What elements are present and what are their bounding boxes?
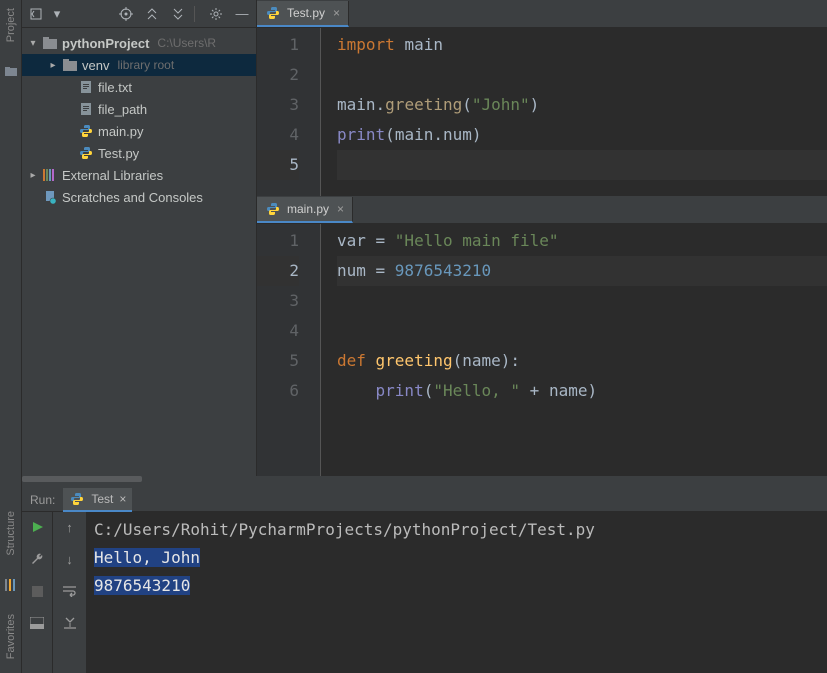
- scroll-to-end-icon[interactable]: [61, 614, 79, 632]
- run-side-toolbar: [22, 512, 52, 673]
- tab-test-py[interactable]: Test.py ×: [257, 1, 349, 27]
- dropdown-caret-icon[interactable]: ▾: [52, 4, 62, 24]
- close-icon[interactable]: ×: [333, 6, 340, 20]
- tree-venv[interactable]: ▸ venv library root: [22, 54, 256, 76]
- collapse-all-icon[interactable]: [168, 4, 188, 24]
- folder-icon: [42, 35, 58, 51]
- soft-wrap-icon[interactable]: [61, 582, 79, 600]
- tree-venv-label: venv: [82, 58, 109, 73]
- tree-root-label: pythonProject: [62, 36, 149, 51]
- horizontal-scrollbar[interactable]: [22, 476, 827, 484]
- gutter[interactable]: 12345: [257, 28, 317, 196]
- code-line[interactable]: import main: [337, 30, 827, 60]
- folder-icon: [62, 57, 78, 73]
- tree-external-libs-label: External Libraries: [62, 168, 163, 183]
- left-tool-rail: Project Structure Favorites: [0, 0, 22, 673]
- python-file-icon: [265, 201, 281, 217]
- expand-all-icon[interactable]: [142, 4, 162, 24]
- tree-file[interactable]: file_path: [22, 98, 256, 120]
- editor-area: Test.py × 12345 import main main.greeting…: [257, 0, 827, 476]
- folder-rail-icon: [4, 64, 18, 78]
- external-libs-icon: [42, 167, 58, 183]
- project-tree[interactable]: ▾ pythonProject C:\Users\R ▸ venv librar…: [22, 28, 256, 212]
- output-line[interactable]: 9876543210: [94, 572, 819, 600]
- python-file-icon: [69, 491, 85, 507]
- tree-scratches-label: Scratches and Consoles: [62, 190, 203, 205]
- tree-file-label: file.txt: [98, 80, 132, 95]
- close-icon[interactable]: ×: [337, 202, 344, 216]
- tree-root[interactable]: ▾ pythonProject C:\Users\R: [22, 32, 256, 54]
- run-label: Run:: [30, 493, 55, 507]
- project-tool-button[interactable]: Project: [5, 8, 17, 42]
- code-line[interactable]: [337, 286, 827, 316]
- editor-tabbar-top: Test.py ×: [257, 0, 827, 28]
- layout-icon[interactable]: [28, 614, 46, 632]
- code-body[interactable]: var = "Hello main file"num = 9876543210 d…: [321, 224, 827, 476]
- run-side-toolbar-2: ↑ ↓: [52, 512, 86, 673]
- code-line[interactable]: [337, 150, 827, 180]
- structure-rail-icon: [4, 578, 18, 592]
- code-editor-top[interactable]: 12345 import main main.greeting("John")pr…: [257, 28, 827, 196]
- tree-scratches[interactable]: Scratches and Consoles: [22, 186, 256, 208]
- structure-tool-button[interactable]: Structure: [5, 511, 17, 556]
- tree-root-hint: C:\Users\R: [157, 36, 216, 50]
- editor-tabbar-bottom: main.py ×: [257, 196, 827, 224]
- code-line[interactable]: var = "Hello main file": [337, 226, 827, 256]
- code-body[interactable]: import main main.greeting("John")print(ma…: [321, 28, 827, 196]
- text-file-icon: [78, 101, 94, 117]
- code-line[interactable]: main.greeting("John"): [337, 90, 827, 120]
- project-tree-panel: ▾ — ▾: [22, 0, 257, 476]
- run-tab[interactable]: Test ×: [63, 488, 132, 512]
- run-tab-label: Test: [91, 492, 113, 506]
- python-file-icon: [78, 123, 94, 139]
- tab-main-py[interactable]: main.py ×: [257, 197, 353, 223]
- code-line[interactable]: def greeting(name):: [337, 346, 827, 376]
- output-line[interactable]: Hello, John: [94, 544, 819, 572]
- chevron-right-icon[interactable]: ▸: [28, 170, 38, 181]
- tree-file-label: main.py: [98, 124, 144, 139]
- project-toolbar: ▾ —: [22, 0, 256, 28]
- close-icon[interactable]: ×: [119, 492, 126, 506]
- tree-file-label: Test.py: [98, 146, 139, 161]
- tree-file[interactable]: main.py: [22, 120, 256, 142]
- wrench-icon[interactable]: [28, 550, 46, 568]
- tab-label: main.py: [287, 202, 329, 216]
- gutter[interactable]: 123456: [257, 224, 317, 476]
- arrow-up-icon[interactable]: ↑: [61, 518, 79, 536]
- code-line[interactable]: [337, 60, 827, 90]
- tree-external-libs[interactable]: ▸ External Libraries: [22, 164, 256, 186]
- target-icon[interactable]: [116, 4, 136, 24]
- tree-venv-hint: library root: [117, 58, 174, 72]
- rerun-icon[interactable]: [28, 518, 46, 536]
- run-output[interactable]: C:/Users/Rohit/PycharmProjects/pythonPro…: [86, 512, 827, 673]
- output-line[interactable]: C:/Users/Rohit/PycharmProjects/pythonPro…: [94, 516, 819, 544]
- code-line[interactable]: print(main.num): [337, 120, 827, 150]
- code-line[interactable]: print("Hello, " + name): [337, 376, 827, 406]
- tree-file[interactable]: file.txt: [22, 76, 256, 98]
- scratches-icon: [42, 189, 58, 205]
- code-line[interactable]: num = 9876543210: [337, 256, 827, 286]
- select-opened-file-icon[interactable]: [26, 4, 46, 24]
- chevron-right-icon[interactable]: ▸: [48, 60, 58, 71]
- stop-icon[interactable]: [28, 582, 46, 600]
- gear-icon[interactable]: [206, 4, 226, 24]
- code-line[interactable]: [337, 316, 827, 346]
- hide-panel-icon[interactable]: —: [232, 4, 252, 24]
- tab-label: Test.py: [287, 6, 325, 20]
- code-editor-bottom[interactable]: 123456 var = "Hello main file"num = 9876…: [257, 224, 827, 476]
- python-file-icon: [265, 5, 281, 21]
- tree-file-label: file_path: [98, 102, 147, 117]
- arrow-down-icon[interactable]: ↓: [61, 550, 79, 568]
- chevron-down-icon[interactable]: ▾: [28, 38, 38, 49]
- python-file-icon: [78, 145, 94, 161]
- favorites-tool-button[interactable]: Favorites: [5, 614, 17, 659]
- run-tool-window: Run: Test ×: [22, 484, 827, 673]
- tree-file[interactable]: Test.py: [22, 142, 256, 164]
- text-file-icon: [78, 79, 94, 95]
